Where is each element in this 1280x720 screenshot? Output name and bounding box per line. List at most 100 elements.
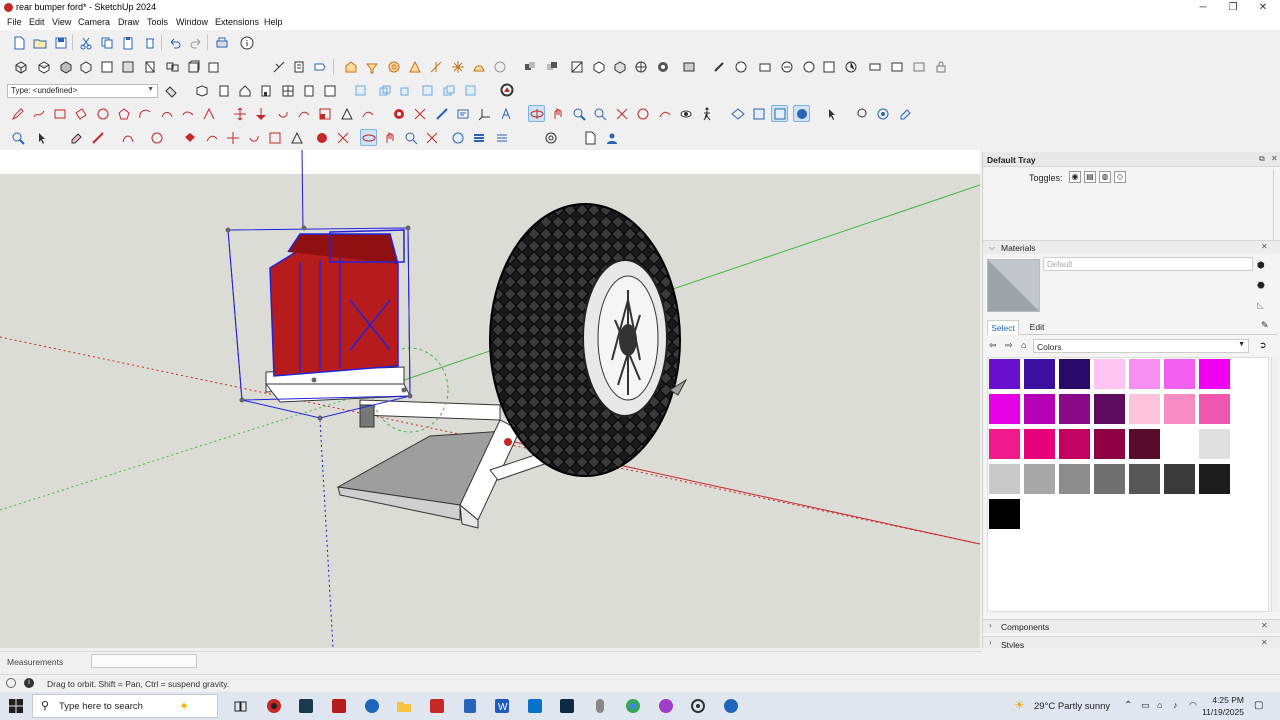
color-swatch[interactable] [1094,429,1125,459]
scenes-tool-icon[interactable] [493,129,510,146]
door-icon[interactable] [300,82,317,99]
eraser-toggle-icon[interactable]: ◇ [1114,171,1126,183]
pan-icon[interactable] [549,105,566,122]
color-swatch[interactable] [1059,464,1090,494]
bottom-view-icon[interactable] [141,58,158,75]
right-view-icon[interactable] [77,58,94,75]
details-arrow-icon[interactable]: ➲ [1259,340,1267,351]
warehouse-tool-icon[interactable] [449,129,466,146]
messenger-icon[interactable] [657,697,675,715]
component-icon[interactable] [352,82,369,99]
windows-start-icon[interactable] [7,697,25,715]
help-circle-icon[interactable] [542,129,559,146]
sandbox-icon[interactable] [406,58,423,75]
extension-warehouse-icon[interactable] [385,58,402,75]
task-view-icon[interactable] [231,697,249,715]
page-icon[interactable] [581,129,598,146]
color-swatch[interactable] [1164,394,1195,424]
styles-close-icon[interactable]: ✕ [1261,638,1268,647]
tray-pin-icon[interactable]: ⧉ [1259,154,1265,164]
color-swatch[interactable] [989,464,1020,494]
location-icon[interactable] [866,58,883,75]
menu-draw[interactable]: Draw [118,17,139,27]
component-options-icon[interactable] [778,58,795,75]
menu-camera[interactable]: Camera [78,17,110,27]
tray-close-icon[interactable]: ✕ [1271,154,1278,163]
swatch-scrollbar[interactable] [1271,357,1279,612]
erase-icon[interactable] [141,34,158,51]
lock-icon[interactable] [932,58,949,75]
geolocation-icon[interactable] [6,678,16,688]
move-tool-icon[interactable] [224,129,241,146]
dimension-tool-icon[interactable] [334,129,351,146]
materials-header[interactable]: ⌵ Materials ✕ [983,240,1280,254]
building-icon[interactable] [257,82,274,99]
rotated-rectangle-icon[interactable] [72,105,89,122]
pencil-icon[interactable] [9,105,26,122]
make-unique-icon[interactable] [419,82,436,99]
solid-tools-icon[interactable] [654,58,671,75]
walk-person-icon[interactable] [698,105,715,122]
new-file-icon[interactable] [10,34,27,51]
smoove-icon[interactable] [427,58,444,75]
offset-tool-icon[interactable] [288,129,305,146]
paint-toggle-icon[interactable]: ◍ [1099,171,1111,183]
speaker-icon[interactable]: ♪ [1173,700,1178,710]
color-swatch[interactable] [1059,429,1090,459]
section-cuts-icon[interactable] [771,105,788,122]
close-button[interactable]: ✕ [1248,1,1278,14]
color-swatch[interactable] [1129,394,1160,424]
left-view-icon[interactable] [119,58,136,75]
color-swatch[interactable] [1024,464,1055,494]
color-swatch[interactable] [1129,429,1160,459]
extension-logo-icon[interactable] [498,81,515,98]
arc-tool-icon[interactable] [119,129,136,146]
offset-icon[interactable] [338,105,355,122]
settings-wheel-icon[interactable] [874,105,891,122]
forward-arrow-icon[interactable]: ⇨ [1005,340,1013,351]
two-point-arc-icon[interactable] [158,105,175,122]
color-swatch[interactable] [1129,464,1160,494]
eyedropper-icon[interactable]: ✎ [1261,320,1269,331]
color-swatch[interactable] [1059,394,1090,424]
color-swatch[interactable] [1024,359,1055,389]
color-swatch[interactable] [989,394,1020,424]
zoom-extents-tool-icon[interactable] [423,129,440,146]
section-plane-tool-icon[interactable] [729,105,746,122]
add-detail-icon[interactable] [491,58,508,75]
3d-text-icon[interactable] [497,105,514,122]
menu-extensions[interactable]: Extensions [215,17,259,27]
paint-icon[interactable] [710,58,727,75]
file-explorer-icon[interactable] [395,697,413,715]
rotate-icon[interactable] [274,105,291,122]
section-fill-icon[interactable] [793,105,810,122]
draw-line-icon[interactable] [89,129,106,146]
fog-icon[interactable] [215,82,232,99]
notification-icon[interactable]: ▢ [1254,700,1263,711]
redo-icon[interactable] [187,34,204,51]
sketchup-active-icon[interactable] [722,697,740,715]
protractor-icon[interactable] [433,105,450,122]
position-camera-icon[interactable] [656,105,673,122]
color-swatch[interactable] [1129,359,1160,389]
color-swatch[interactable] [1094,464,1125,494]
split-icon[interactable] [632,58,649,75]
chrome-icon[interactable] [624,697,642,715]
dimension-icon[interactable] [411,105,428,122]
create-material-icon[interactable]: ⬢ [1257,260,1265,271]
tray-app-icon[interactable]: ▭ [1141,700,1150,711]
home-icon[interactable]: ⌂ [1021,340,1026,350]
window-icon[interactable] [279,82,296,99]
color-swatch[interactable] [1199,429,1230,459]
eraser-tool-icon[interactable] [67,129,84,146]
app-icon-2021[interactable] [428,697,446,715]
three-point-arc-icon[interactable] [179,105,196,122]
flip-icon[interactable] [359,105,376,122]
scene-canvas[interactable] [0,150,980,648]
menu-view[interactable]: View [52,17,71,27]
measurements-input[interactable] [91,654,197,668]
rotate-tool-icon[interactable] [245,129,262,146]
arc-icon[interactable] [136,105,153,122]
calculator-icon[interactable] [461,697,479,715]
layers-tool-icon[interactable] [470,129,487,146]
